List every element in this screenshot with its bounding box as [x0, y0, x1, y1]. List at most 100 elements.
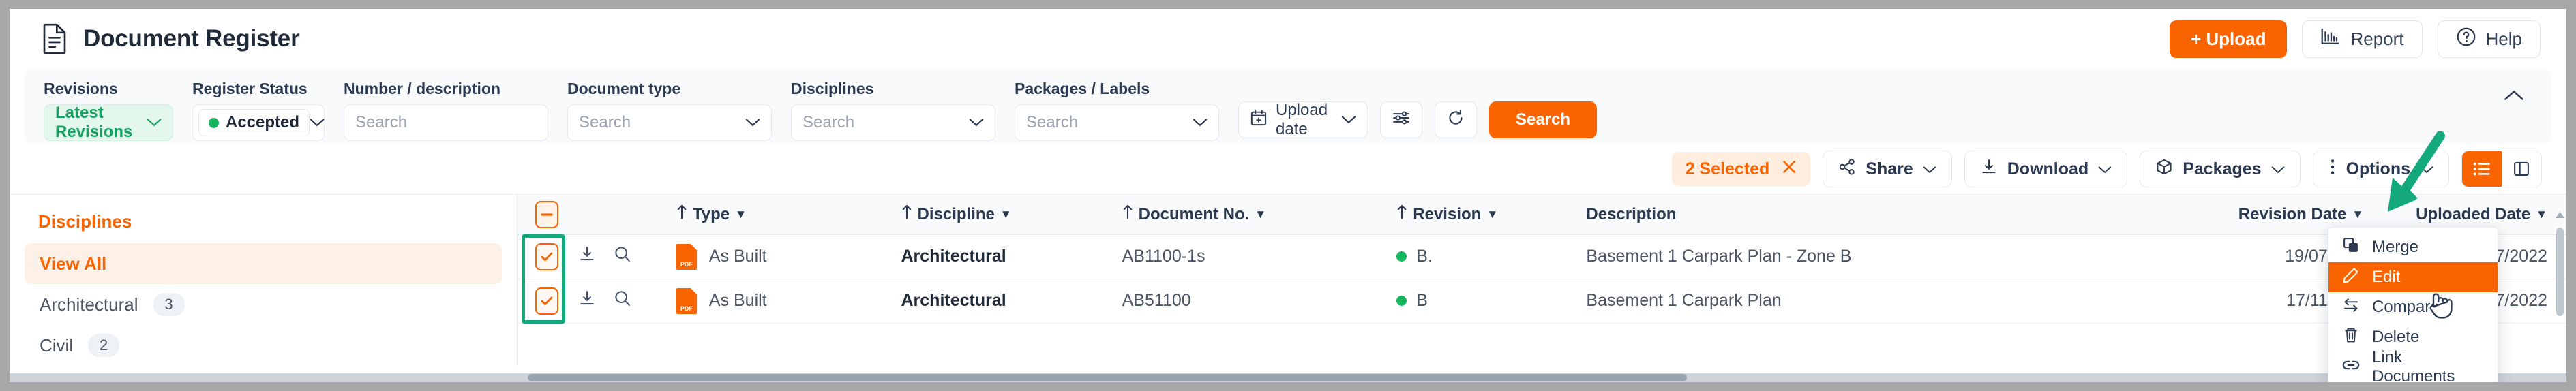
magnifier-icon[interactable] [614, 245, 631, 268]
number-description-input[interactable]: Search [355, 113, 407, 132]
chevron-down-icon [310, 113, 325, 132]
content-body: Disciplines View All Architectural 3 Civ… [10, 194, 2566, 366]
row-type-label: As Built [709, 247, 767, 266]
discipline-header-label: Discipline [918, 205, 995, 224]
table-row[interactable]: PDF As Built Architectural AB1100-1s [518, 234, 2566, 279]
filter-register-status-label: Register Status [192, 80, 325, 98]
report-button[interactable]: Report [2302, 20, 2422, 58]
bar-chart-icon [2320, 27, 2341, 51]
revision-date-header-label: Revision Date [2238, 205, 2347, 224]
register-status-select[interactable]: Accepted [192, 104, 325, 141]
selected-count-chip[interactable]: 2 Selected [1672, 152, 1811, 186]
download-icon[interactable] [578, 245, 596, 268]
discipline-header[interactable]: Discipline ▼ [896, 195, 1115, 234]
box-icon [2155, 158, 2173, 181]
row-select-cell [518, 234, 575, 279]
document-no-header[interactable]: Document No. ▼ [1115, 195, 1390, 234]
help-button-label: Help [2486, 29, 2522, 50]
sidebar-item-label: Civil [40, 335, 73, 356]
vertical-scrollbar-thumb[interactable] [2556, 228, 2564, 316]
row-document-no-label: AB1100-1s [1115, 247, 1390, 266]
chevron-down-icon [2271, 159, 2285, 179]
horizontal-scrollbar-thumb[interactable] [528, 374, 1687, 381]
scroll-up-arrow-icon[interactable] [2556, 210, 2564, 222]
packages-labels-placeholder: Search [1026, 113, 1078, 132]
select-all-checkbox[interactable] [535, 201, 558, 228]
description-header: Description [1578, 195, 2174, 234]
menu-item-merge[interactable]: Merge [2328, 232, 2498, 262]
register-status-value: Accepted [226, 113, 299, 132]
close-icon[interactable] [1782, 159, 1797, 179]
table-header: Type ▼ Discipline ▼ [518, 195, 2566, 234]
upload-date-select[interactable]: Upload date [1238, 101, 1368, 138]
filter-number-description: Number / description Search [344, 80, 548, 141]
sidebar-item-view-all[interactable]: View All [25, 243, 502, 284]
caret-down-icon: ▼ [2352, 208, 2364, 220]
documents-table-wrap: Type ▼ Discipline ▼ [518, 195, 2566, 366]
download-button[interactable]: Download [1964, 151, 2127, 187]
row-description-label: Basement 1 Carpark Plan [1578, 291, 2174, 311]
selected-count-label: 2 Selected [1686, 159, 1770, 179]
row-discipline-cell: Architectural [896, 234, 1115, 279]
disciplines-select[interactable]: Search [791, 104, 995, 141]
vertical-scrollbar[interactable] [2554, 195, 2565, 366]
caret-down-icon: ▼ [1255, 208, 1266, 220]
download-icon[interactable] [578, 290, 596, 312]
filter-settings-button[interactable] [1380, 101, 1422, 138]
calendar-plus-icon [1250, 109, 1268, 131]
upload-button[interactable]: + Upload [2170, 20, 2288, 58]
packages-button[interactable]: Packages [2140, 151, 2300, 187]
filter-packages-labels-label: Packages / Labels [1015, 80, 1219, 98]
row-checkbox[interactable] [535, 243, 558, 270]
mouse-cursor [2427, 285, 2459, 326]
horizontal-scrollbar[interactable] [10, 373, 2566, 382]
list-view-icon[interactable] [2462, 151, 2502, 187]
documents-table: Type ▼ Discipline ▼ [518, 195, 2566, 324]
actions-header [575, 195, 668, 234]
upload-date-label: Upload date [1276, 101, 1333, 139]
row-revision-label: B. [1416, 247, 1433, 266]
sidebar-item-civil[interactable]: Civil 2 [25, 325, 502, 366]
caret-down-icon: ▼ [1486, 208, 1498, 220]
row-description-cell: Basement 1 Carpark Plan [1578, 279, 2174, 323]
revisions-select[interactable]: Latest Revisions [44, 104, 173, 141]
chevron-down-icon [1341, 110, 1356, 129]
packages-labels-select[interactable]: Search [1015, 104, 1219, 141]
collapse-filters-button[interactable] [2504, 89, 2524, 105]
page-title: Document Register [83, 25, 300, 52]
menu-item-edit[interactable]: Edit [2328, 262, 2498, 292]
row-checkbox[interactable] [535, 287, 558, 315]
question-circle-icon [2456, 27, 2476, 52]
disciplines-placeholder: Search [803, 113, 854, 132]
revision-header[interactable]: Revision ▼ [1390, 195, 1578, 234]
row-type-cell: PDF As Built [668, 234, 896, 279]
document-type-select[interactable]: Search [567, 104, 772, 141]
row-actions-cell [575, 234, 668, 279]
document-no-header-label: Document No. [1139, 205, 1250, 224]
table-row[interactable]: PDF As Built Architectural AB51100 [518, 279, 2566, 323]
split-view-icon[interactable] [2502, 151, 2541, 187]
help-button[interactable]: Help [2438, 20, 2541, 58]
menu-item-compare[interactable]: Compare [2328, 292, 2498, 322]
vertical-dots-icon [2328, 158, 2337, 181]
compare-arrows-icon [2342, 296, 2360, 319]
upload-button-label: + Upload [2191, 29, 2266, 50]
menu-item-link-documents[interactable]: Link Documents [2328, 352, 2498, 382]
type-header[interactable]: Type ▼ [668, 195, 896, 234]
sidebar-item-architectural[interactable]: Architectural 3 [25, 284, 502, 325]
link-icon [2342, 356, 2360, 379]
reset-filters-button[interactable] [1435, 101, 1477, 138]
magnifier-icon[interactable] [614, 290, 631, 312]
download-icon [1980, 158, 1998, 181]
report-button-label: Report [2350, 29, 2403, 50]
sidebar-item-label: View All [40, 253, 106, 275]
table-body: PDF As Built Architectural AB1100-1s [518, 234, 2566, 323]
row-discipline-label: Architectural [896, 291, 1115, 311]
number-description-input-wrap[interactable]: Search [344, 104, 548, 141]
revision-status-dot-icon [1396, 296, 1407, 306]
document-type-placeholder: Search [579, 113, 631, 132]
row-description-cell: Basement 1 Carpark Plan - Zone B [1578, 234, 2174, 279]
search-button[interactable]: Search [1489, 101, 1597, 138]
share-button[interactable]: Share [1823, 151, 1951, 187]
refresh-icon [1447, 109, 1465, 131]
